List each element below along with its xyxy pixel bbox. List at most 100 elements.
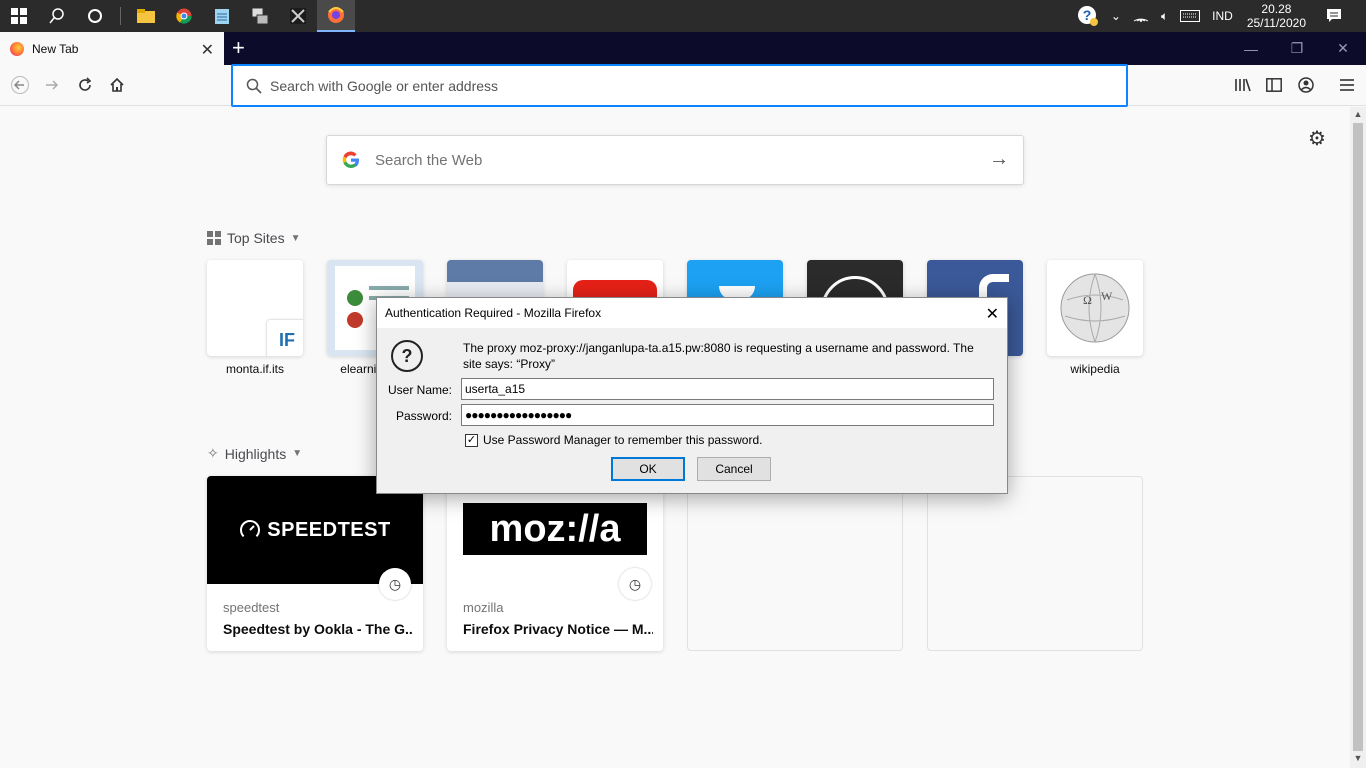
ok-button[interactable]: OK	[611, 457, 685, 481]
reload-button[interactable]	[73, 73, 97, 97]
top-site-label: wikipedia	[1070, 362, 1120, 376]
account-button[interactable]	[1294, 73, 1318, 97]
username-field[interactable]: userta_a15	[461, 378, 994, 400]
highlight-source: speedtest	[223, 600, 280, 615]
svg-text:Ω: Ω	[1083, 293, 1092, 307]
top-site-tile[interactable]: IF	[207, 260, 303, 356]
speedtest-gauge-icon	[240, 520, 261, 540]
customize-gear-icon[interactable]: ⚙	[1308, 126, 1326, 151]
highlights-heading[interactable]: ✧ Highlights ▼	[207, 445, 302, 462]
search-icon	[246, 78, 262, 94]
windows-taskbar: ? ⌄ 🔈︎ IND 20.28 25/11/2020	[0, 0, 1366, 32]
grid-icon	[207, 231, 221, 245]
volume-icon[interactable]: 🔈︎	[1161, 9, 1168, 24]
chrome-button[interactable]	[165, 0, 203, 32]
highlight-card[interactable]: moz://a ◷ mozilla Firefox Privacy Notice…	[447, 476, 663, 651]
top-site-label: monta.if.its	[225, 362, 285, 376]
password-label: Password:	[395, 409, 452, 423]
highlights-label: Highlights	[224, 445, 287, 462]
system-tray: ? ⌄ 🔈︎ IND 20.28 25/11/2020	[1071, 0, 1366, 32]
authentication-dialog: Authentication Required - Mozilla Firefo…	[376, 297, 1008, 494]
highlight-title: Speedtest by Ookla - The G...	[223, 621, 413, 637]
clock-date: 25/11/2020	[1246, 16, 1306, 30]
sidebar-button[interactable]	[1262, 73, 1286, 97]
checkbox-checked-icon[interactable]: ✓	[465, 433, 478, 447]
close-window-button[interactable]: ✕	[1320, 32, 1366, 65]
chevron-down-icon: ▼	[290, 232, 301, 244]
google-logo-icon	[342, 151, 359, 169]
scrollbar-thumb[interactable]	[1353, 123, 1363, 751]
dialog-message: The proxy moz-proxy://janganlupa-ta.a15.…	[463, 341, 974, 371]
notification-icon[interactable]	[1326, 8, 1342, 24]
menu-button[interactable]	[1335, 73, 1359, 97]
clock[interactable]: 20.28 25/11/2020	[1247, 2, 1306, 30]
tab-title: New Tab	[32, 41, 79, 56]
chevron-down-icon[interactable]: ⌄	[1111, 9, 1121, 23]
speedtest-logo-text: SPEEDTEST	[267, 518, 391, 541]
windows-logo-icon	[11, 8, 27, 24]
cortana-icon	[88, 9, 102, 23]
cancel-button[interactable]: Cancel	[697, 457, 771, 481]
svg-text:W: W	[1101, 289, 1113, 303]
search-submit-arrow-icon[interactable]: →	[989, 148, 1009, 171]
minimize-button[interactable]: —	[1228, 32, 1274, 65]
home-button[interactable]	[105, 73, 129, 97]
keyboard-icon[interactable]	[1180, 10, 1201, 22]
reload-icon	[79, 77, 92, 91]
sparkle-icon: ✧	[207, 445, 219, 461]
top-sites-heading[interactable]: Top Sites ▼	[207, 230, 301, 246]
highlight-card[interactable]: SPEEDTEST ◷ speedtest Speedtest by Ookla…	[207, 476, 423, 651]
web-search-box[interactable]: Search the Web →	[326, 135, 1024, 185]
dialog-close-icon[interactable]: ✕	[986, 304, 999, 324]
help-icon[interactable]: ?	[1077, 5, 1099, 27]
account-icon	[1298, 77, 1314, 93]
highlight-source: mozilla	[463, 600, 504, 615]
firefox-taskbar-button[interactable]	[317, 0, 355, 32]
back-button[interactable]	[8, 73, 32, 97]
firefox-icon	[328, 7, 344, 23]
url-bar[interactable]: Search with Google or enter address	[231, 64, 1128, 107]
highlight-title: Firefox Privacy Notice — M...	[463, 621, 653, 637]
start-button[interactable]	[0, 0, 38, 32]
tab-new-tab[interactable]: New Tab ✕	[0, 32, 224, 65]
new-tab-button[interactable]: +	[232, 36, 245, 60]
top-site-label: elearnin	[340, 362, 383, 376]
svg-text:?: ?	[1083, 7, 1092, 23]
clock-icon: ◷	[379, 568, 411, 600]
clock-icon: ◷	[619, 568, 651, 600]
terminal-icon	[252, 8, 268, 24]
scroll-up-arrow-icon[interactable]: ▲	[1350, 109, 1366, 123]
username-label: User Name:	[387, 383, 452, 397]
top-sites-label: Top Sites	[227, 230, 285, 246]
password-field[interactable]: ●●●●●●●●●●●●●●●●●	[461, 404, 994, 426]
site-thumbnail-header	[447, 260, 543, 282]
chrome-icon	[176, 8, 192, 24]
folder-icon	[137, 9, 155, 23]
file-explorer-button[interactable]	[127, 0, 165, 32]
input-language[interactable]: IND	[1212, 9, 1233, 23]
forward-arrow-icon	[46, 80, 59, 90]
putty-button[interactable]	[241, 0, 279, 32]
back-arrow-icon	[11, 76, 29, 94]
wikipedia-globe-icon: Ω W	[1060, 273, 1130, 343]
remember-password-label: Use Password Manager to remember this pa…	[483, 433, 763, 447]
top-site-tile[interactable]: Ω W	[1047, 260, 1143, 356]
if-logo-icon: IF	[267, 320, 303, 356]
remember-password-checkbox[interactable]: ✓ Use Password Manager to remember this …	[465, 433, 762, 447]
xming-button[interactable]	[279, 0, 317, 32]
vertical-scrollbar[interactable]: ▲ ▼	[1350, 107, 1366, 768]
empty-highlight-card	[687, 476, 903, 651]
search-icon	[49, 8, 64, 24]
scroll-down-arrow-icon[interactable]: ▼	[1350, 753, 1366, 767]
library-button[interactable]	[1231, 73, 1255, 97]
forward-button[interactable]	[40, 73, 64, 97]
restore-button[interactable]: ❐	[1274, 32, 1320, 65]
close-tab-icon[interactable]: ✕	[201, 40, 214, 60]
dialog-titlebar[interactable]: Authentication Required - Mozilla Firefo…	[377, 298, 1007, 328]
cortana-button[interactable]	[76, 0, 114, 32]
notepad-button[interactable]	[203, 0, 241, 32]
url-bar-placeholder: Search with Google or enter address	[270, 77, 499, 94]
taskbar-search-button[interactable]	[38, 0, 76, 32]
library-icon	[1235, 78, 1251, 92]
wifi-icon[interactable]	[1133, 10, 1149, 22]
